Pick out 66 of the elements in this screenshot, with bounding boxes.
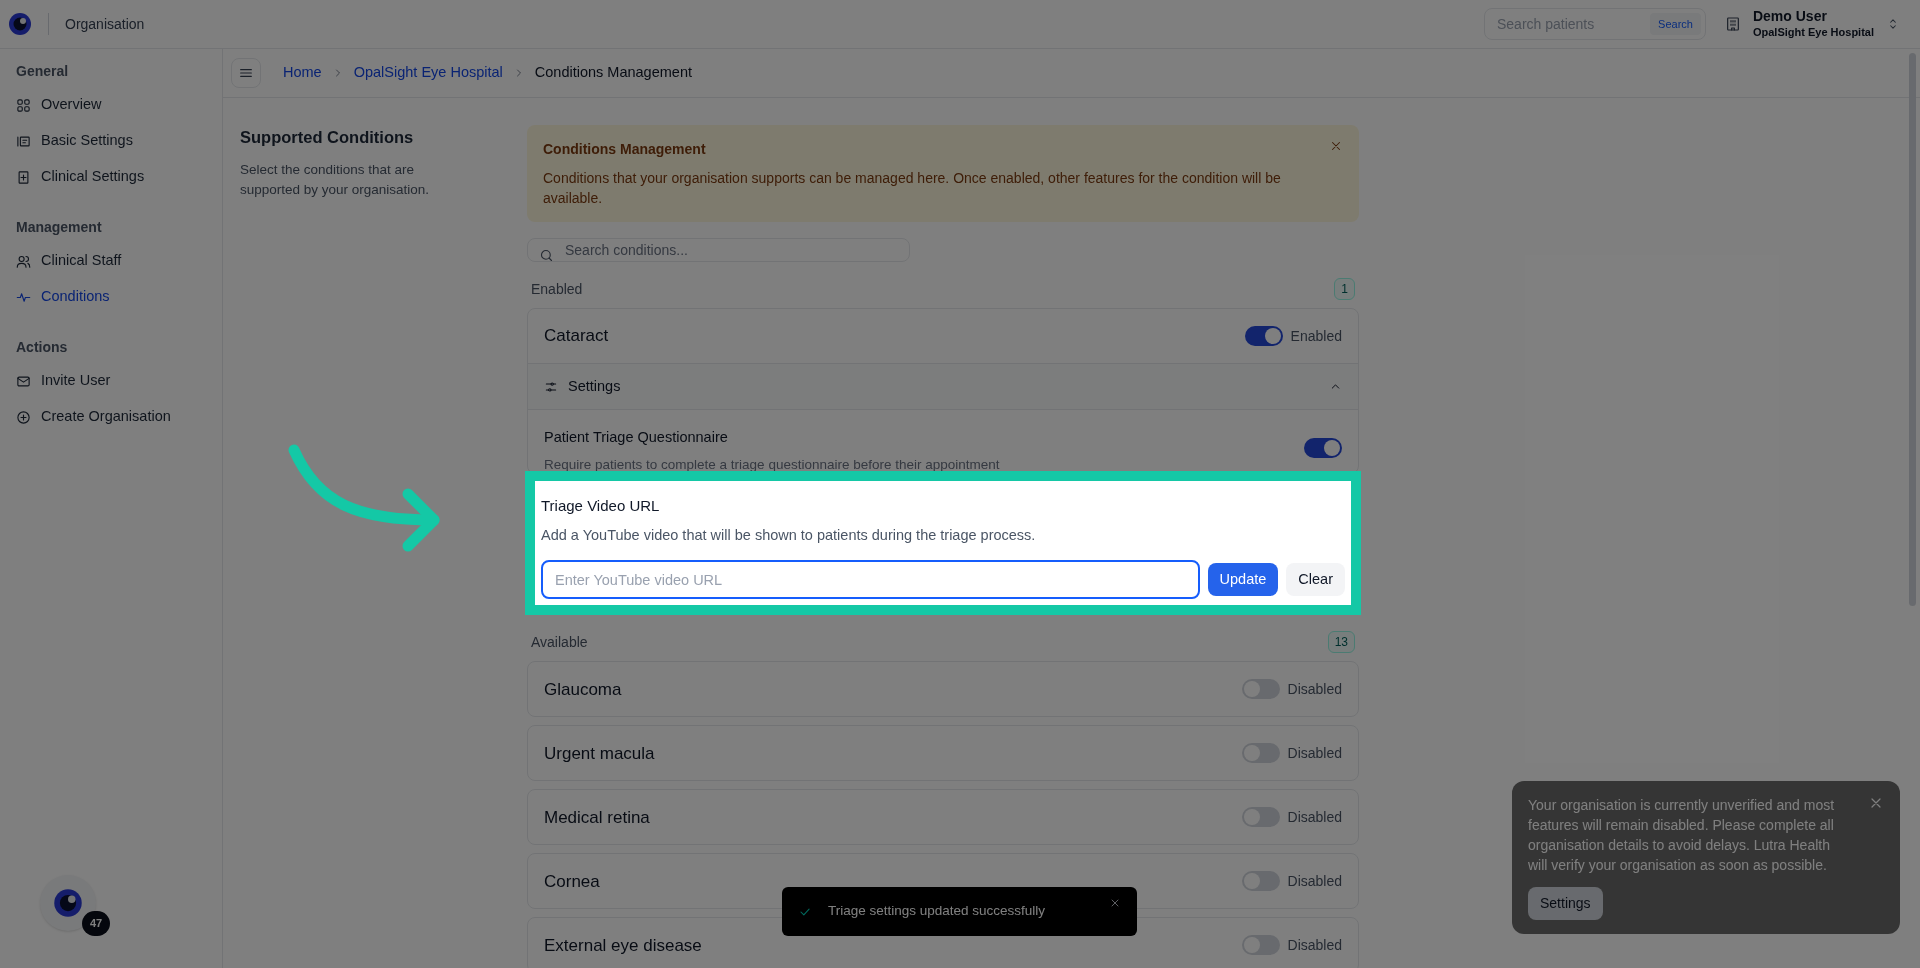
panel-title: Triage Video URL [541, 496, 661, 516]
toggle-switch[interactable] [1304, 438, 1342, 458]
breadcrumb-link[interactable]: OpalSight Eye Hospital [353, 62, 503, 84]
eye-logo-icon [8, 12, 32, 36]
sliders-icon [544, 379, 558, 394]
banner-text: Conditions that your organisation supports can be managed here. Once enabled, other features for the condition will be available. [543, 169, 1282, 208]
count-badge: 13 [1327, 631, 1355, 654]
clear-button[interactable]: Clear [1286, 563, 1345, 597]
sidebar-item[interactable]: Invite User [16, 363, 222, 399]
search-field[interactable]: Search conditions... [527, 238, 910, 262]
condition-name: Medical retina [544, 806, 650, 829]
status-label: Disabled [1287, 679, 1342, 699]
toggle-switch[interactable] [1244, 326, 1283, 346]
breadcrumb-link[interactable]: Home [283, 62, 322, 84]
sidebar-item[interactable]: Basic Settings [16, 123, 222, 159]
plus-circle-icon [16, 409, 31, 425]
breadcrumb-current: Conditions Management [534, 63, 692, 83]
section-heading: Actions [16, 338, 69, 357]
user-name: Demo User [1752, 8, 1828, 26]
sidebar-layout-icon [16, 133, 31, 149]
close-icon[interactable] [1329, 139, 1343, 153]
panel-description: Add a YouTube video that will be shown to patients during the triage process. [541, 525, 1037, 545]
update-button[interactable]: Update [1207, 563, 1279, 597]
sidebar-item[interactable]: Create Organisation [16, 399, 222, 435]
setting-description: Require patients to complete a triage questionnaire before their appointment [544, 455, 1001, 473]
status-label: Enabled [1290, 326, 1342, 346]
notice-text: Your organisation is currently unverified and most features will remain disabled. Please complete all organisation details to avoid delays. Lutra Health will verify your organisation as soon as possible. [1528, 796, 1836, 875]
condition-name: External eye disease [544, 934, 702, 957]
group-heading: Enabled [531, 279, 583, 299]
condition-name: Urgent macula [544, 742, 655, 765]
close-icon[interactable] [1109, 897, 1121, 909]
toast-message: Triage settings updated successfully [828, 902, 1047, 921]
search-button[interactable]: Search [1650, 12, 1701, 36]
organisation-name: OpalSight Eye Hospital [1752, 25, 1874, 40]
sidebar-item[interactable]: Clinical Staff [16, 243, 222, 279]
status-label: Disabled [1287, 743, 1342, 763]
banner-title: Conditions Management [543, 140, 706, 159]
sidebar-item[interactable]: Conditions [16, 279, 222, 315]
mail-icon [16, 373, 31, 389]
eye-logo-icon [53, 888, 83, 918]
page-title: Organisation [65, 14, 145, 34]
sidebar-item[interactable]: Clinical Settings [16, 159, 222, 195]
setting-title: Patient Triage Questionnaire [544, 428, 729, 447]
condition-name: Cornea [544, 870, 600, 893]
condition-name: Cataract [544, 325, 609, 348]
users-icon [16, 253, 31, 269]
section-heading: General [16, 62, 70, 81]
condition-name: Glaucoma [544, 678, 622, 701]
search-icon [539, 248, 554, 263]
menu-button[interactable] [231, 58, 261, 88]
sidebar-item[interactable]: Overview [16, 87, 222, 123]
document-plus-icon [16, 169, 31, 185]
status-label: Disabled [1287, 807, 1342, 827]
status-label: Disabled [1287, 935, 1342, 955]
url-input-field[interactable]: Enter YouTube video URL [541, 560, 1200, 600]
status-label: Disabled [1287, 871, 1342, 891]
count-badge: 1 [1334, 278, 1355, 300]
count-badge: 47 [82, 911, 111, 936]
section-heading: Management [16, 218, 103, 237]
building-icon [1724, 16, 1741, 32]
settings-button[interactable]: Settings [1528, 887, 1603, 920]
grid-icon [16, 97, 31, 113]
group-heading: Available [531, 632, 588, 652]
section-title: Supported Conditions [240, 127, 415, 148]
user-menu[interactable]: Demo User OpalSight Eye Hospital [1752, 8, 1874, 40]
section-description: Select the conditions that are supported by your organisation. [240, 160, 431, 199]
